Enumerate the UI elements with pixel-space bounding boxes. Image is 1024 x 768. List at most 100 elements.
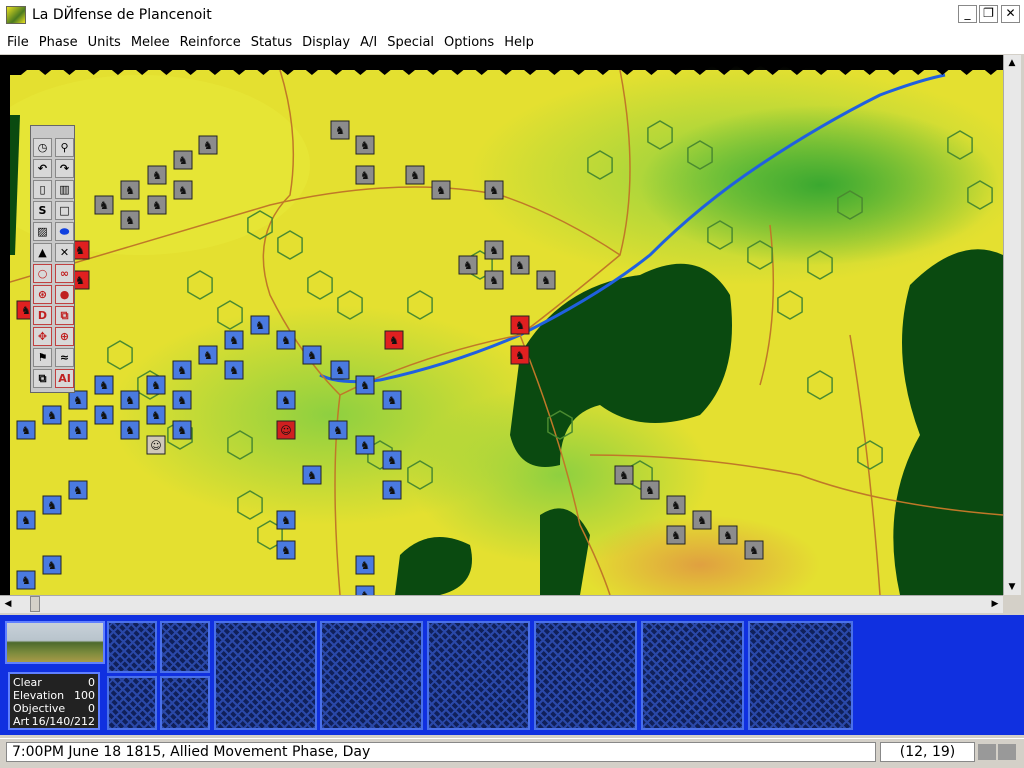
menu-reinforce[interactable]: Reinforce [175,35,246,50]
neutral-unit-counter[interactable]: ♞ [431,180,451,200]
neutral-unit-counter[interactable]: ♞ [147,195,167,215]
menu-melee[interactable]: Melee [126,35,175,50]
binoculars-icon[interactable]: ∞ [55,264,74,283]
neutral-unit-counter[interactable]: ♞ [510,255,530,275]
allied-unit-counter[interactable]: ♞ [68,480,88,500]
magnify-icon[interactable]: ⚲ [55,138,74,157]
allied-unit-counter[interactable]: ♞ [120,420,140,440]
restore-button[interactable]: ❐ [979,5,998,23]
allied-unit-counter[interactable]: ♞ [224,330,244,350]
allied-unit-counter[interactable]: ♞ [276,510,296,530]
neutral-unit-counter[interactable]: ♞ [355,135,375,155]
ai-icon[interactable]: AI [55,369,74,388]
crossed-muskets-icon[interactable]: ✕ [55,243,74,262]
neutral-unit-counter[interactable]: ♞ [94,195,114,215]
d-icon[interactable]: D [33,306,52,325]
allied-unit-counter[interactable]: ♞ [328,420,348,440]
formation-icon[interactable]: ▥ [55,180,74,199]
menu-file[interactable]: File [2,35,34,50]
menu-help[interactable]: Help [499,35,539,50]
allied-unit-counter[interactable]: ♞ [172,420,192,440]
allied-unit-counter[interactable]: ♞ [172,390,192,410]
neutral-unit-counter[interactable]: ♞ [173,180,193,200]
allied-unit-counter[interactable]: ♞ [42,555,62,575]
neutral-unit-counter[interactable]: ♞ [147,165,167,185]
allied-unit-counter[interactable]: ♞ [276,540,296,560]
neutral-unit-counter[interactable]: ♞ [536,270,556,290]
neutral-unit-counter[interactable]: ♞ [120,180,140,200]
neutral-unit-counter[interactable]: ♞ [120,210,140,230]
allied-unit-counter[interactable]: ♞ [355,585,375,595]
unit-slot[interactable] [107,621,157,673]
clock-icon[interactable]: ◷ [33,138,52,157]
menu-phase[interactable]: Phase [34,35,83,50]
menu-display[interactable]: Display [297,35,355,50]
neutral-unit-counter[interactable]: ♞ [666,525,686,545]
allied-unit-counter[interactable]: ♞ [355,375,375,395]
vertical-scrollbar[interactable]: ▲ ▼ [1003,55,1021,595]
combine-icon[interactable]: ⧉ [33,369,52,388]
map-route-icon[interactable]: ≈ [55,348,74,367]
allied-unit-counter[interactable]: ♞ [355,435,375,455]
square-icon[interactable]: □ [55,201,74,220]
neutral-unit-counter[interactable]: ♞ [173,150,193,170]
allied-unit-counter[interactable]: ♞ [146,405,166,425]
allied-unit-counter[interactable]: ♞ [382,450,402,470]
neutral-unit-counter[interactable]: ♞ [666,495,686,515]
neutral-unit-counter[interactable]: ♞ [640,480,660,500]
map-icon[interactable]: ▨ [33,222,52,241]
allied-unit-counter[interactable]: ♞ [42,495,62,515]
neutral-unit-counter[interactable]: ♞ [198,135,218,155]
allied-unit-counter[interactable]: ♞ [146,375,166,395]
move-arrows-icon[interactable]: ✥ [33,327,52,346]
allied-unit-counter[interactable]: ♞ [42,405,62,425]
allied-unit-counter[interactable]: ♞ [16,420,36,440]
allied-unit-counter[interactable]: ♞ [382,390,402,410]
neutral-unit-counter[interactable]: ♞ [458,255,478,275]
allied-unit-counter[interactable]: ♞ [250,315,270,335]
allied-unit-counter[interactable]: ♞ [224,360,244,380]
cannonball-icon[interactable]: ● [55,285,74,304]
allied-unit-counter[interactable]: ♞ [330,360,350,380]
scroll-right-button[interactable]: ▶ [987,596,1003,612]
exit-unit-icon[interactable]: ▯ [33,180,52,199]
unit-slot[interactable] [107,676,157,730]
neutral-unit-counter[interactable]: ♞ [614,465,634,485]
french-unit-counter[interactable]: ♞ [384,330,404,350]
map-canvas[interactable]: ♞ ♞ ♞ ♞ ♞ ♞ ♞ ♞ ♞ ♞ ♞ ♞ ♞ ♞ ♞ ♞ ♞ ♞ ♞ ♞ ♞ ♞ ♞ ♞ ♞ ♞ ♞ ♞ ♞ ♞ ♞ ♞ ♞ ♞ ♞ ♞ ♞ ♞ ♞ ♞… [0,55,1003,595]
allied-unit-counter[interactable]: ♞ [94,405,114,425]
flag-icon[interactable]: ⚑ [33,348,52,367]
wheel-icon[interactable]: ⊛ [33,285,52,304]
artillery-pile-icon[interactable]: ▲ [33,243,52,262]
menu-special[interactable]: Special [382,35,439,50]
allied-unit-counter[interactable]: ♞ [276,390,296,410]
french-unit-counter[interactable]: ♞ [510,315,530,335]
unit-slot[interactable] [320,621,423,730]
allied-unit-counter[interactable]: ♞ [198,345,218,365]
minimize-button[interactable]: _ [958,5,977,23]
stack-icon[interactable]: ⧉ [55,306,74,325]
unit-slot[interactable] [748,621,853,730]
allied-unit-counter[interactable]: ♞ [382,480,402,500]
neutral-unit-counter[interactable]: ♞ [355,165,375,185]
allied-unit-counter[interactable]: ♞ [302,465,322,485]
circle-icon[interactable]: ○ [33,264,52,283]
neutral-unit-counter[interactable]: ♞ [744,540,764,560]
scroll-down-button[interactable]: ▼ [1004,579,1020,595]
unit-slot[interactable] [160,676,210,730]
leader-unit-counter[interactable]: ☺ [146,435,166,455]
neutral-unit-counter[interactable]: ♞ [718,525,738,545]
hex-map[interactable]: ♞ ♞ ♞ ♞ ♞ ♞ ♞ ♞ ♞ ♞ ♞ ♞ ♞ ♞ ♞ ♞ ♞ ♞ ♞ ♞ ♞ ♞ ♞ ♞ ♞ ♞ ♞ ♞ ♞ ♞ ♞ ♞ ♞ ♞ ♞ ♞ ♞ ♞ ♞ ♞… [0,55,1003,595]
allied-unit-counter[interactable]: ♞ [16,570,36,590]
neutral-unit-counter[interactable]: ♞ [405,165,425,185]
menu-ai[interactable]: A/I [355,35,382,50]
allied-unit-counter[interactable]: ♞ [68,390,88,410]
neutral-unit-counter[interactable]: ♞ [484,180,504,200]
unit-slot[interactable] [160,621,210,673]
target-icon[interactable]: ⊕ [55,327,74,346]
horizontal-scrollbar[interactable]: ◀ ▶ [0,595,1003,613]
scroll-left-button[interactable]: ◀ [0,596,16,612]
allied-unit-counter[interactable]: ♞ [355,555,375,575]
unit-slot[interactable] [534,621,637,730]
unit-slot[interactable] [427,621,530,730]
